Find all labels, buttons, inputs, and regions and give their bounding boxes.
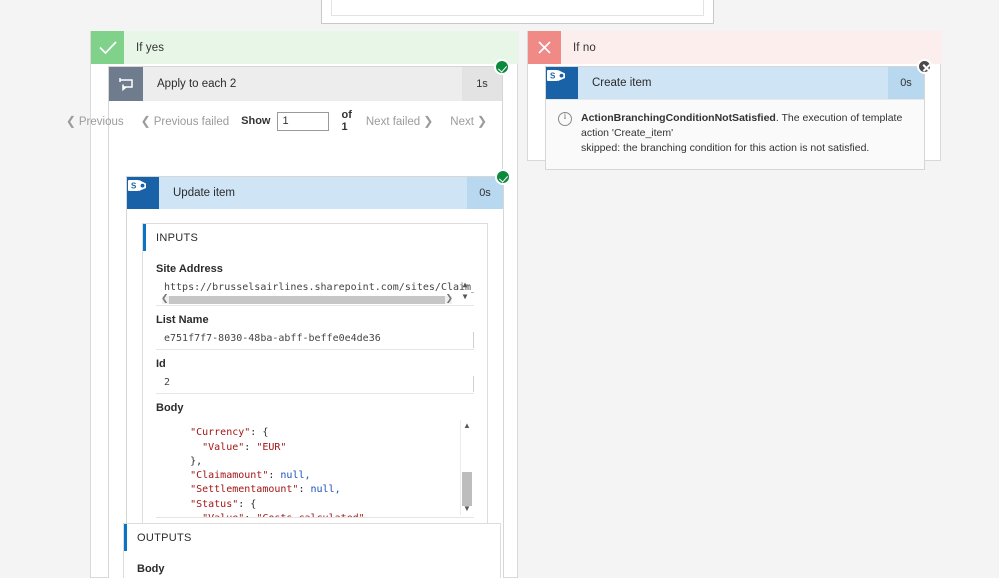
create-item-title: Create item xyxy=(592,77,652,89)
update-item-body: INPUTS Site Address https://brusselsairl… xyxy=(127,209,503,533)
svg-text:S: S xyxy=(550,72,556,81)
scroll-down-arrow[interactable]: ▼ xyxy=(463,293,468,301)
show-label: Show xyxy=(241,115,271,127)
inputs-section: INPUTS Site Address https://brusselsairl… xyxy=(142,223,488,533)
scroll-thumb[interactable] xyxy=(169,296,445,304)
field-edge-mark xyxy=(473,332,474,348)
branch-if-yes-label: If yes xyxy=(136,41,165,54)
outputs-fields: Body tonclaim": "2019-12-18", : { type":… xyxy=(124,551,500,578)
clipped-card-inner xyxy=(331,0,704,16)
site-address-label: Site Address xyxy=(156,263,223,275)
error-text-line2: skipped: the branching condition for thi… xyxy=(581,142,870,154)
page-count-label: of 1 xyxy=(341,109,352,133)
outputs-heading: OUTPUTS xyxy=(124,524,500,551)
list-name-label: List Name xyxy=(156,314,209,326)
create-item-header[interactable]: S Create item 0s xyxy=(546,59,932,99)
close-icon xyxy=(528,31,561,64)
code-vertical-scrollbar[interactable]: ▲ ▼ xyxy=(460,420,472,515)
previous-button[interactable]: ❮ Previous xyxy=(63,114,124,128)
scroll-down-arrow[interactable]: ▼ xyxy=(461,503,473,515)
horizontal-scrollbar[interactable]: ❮ ❯ xyxy=(161,294,453,304)
list-name-text: e751f7f7-8030-48ba-abff-beffe0e4de36 xyxy=(164,333,381,344)
branch-if-no: If no S Create item 0s i ActionBranching… xyxy=(527,31,942,170)
update-item-card: S Update item 0s INPUTS Site Address htt… xyxy=(126,169,511,578)
page-number-input[interactable] xyxy=(277,111,330,131)
apply-to-each-title: Apply to each 2 xyxy=(157,78,237,90)
flow-run-details: If yes Apply to each 2 1s ❮ Previous ❮ Pre… xyxy=(0,0,999,578)
branch-if-no-header[interactable]: If no xyxy=(528,31,942,64)
branch-if-yes-header[interactable]: If yes xyxy=(91,31,519,64)
site-address-text: https://brusselsairlines.sharepoint.com/… xyxy=(164,282,474,293)
vertical-scroll-arrows[interactable]: ▲ ▼ xyxy=(459,281,471,301)
skipped-message-text: ActionBranchingConditionNotSatisfied. Th… xyxy=(581,111,910,156)
skipped-message: ActionBranchingConditionNotSatisfied. Th… xyxy=(546,99,924,169)
scroll-up-arrow[interactable]: ▲ xyxy=(463,281,468,289)
status-badge-skipped xyxy=(917,59,932,74)
apply-to-each-card: Apply to each 2 1s ❮ Previous ❮ Previous f… xyxy=(66,59,511,578)
inputs-body-code[interactable]: " " "Currency": { "Value": "EUR" }, "Cla… xyxy=(156,418,474,518)
id-value[interactable]: 2 xyxy=(156,374,474,394)
inputs-body-label: Body xyxy=(156,402,184,414)
previous-failed-button[interactable]: ❮ Previous failed xyxy=(138,114,230,128)
scroll-right-arrow[interactable]: ❯ xyxy=(445,294,453,304)
check-icon xyxy=(91,31,124,64)
info-icon xyxy=(558,111,572,126)
id-text: 2 xyxy=(164,377,171,388)
outputs-section: OUTPUTS Body tonclaim": "2019-12-18", : … xyxy=(123,523,501,578)
branch-if-yes: If yes Apply to each 2 1s ❮ Previous ❮ Pre… xyxy=(66,31,519,578)
next-failed-button[interactable]: Next failed ❯ xyxy=(366,114,436,128)
create-item-card: S Create item 0s ActionBranchingConditio… xyxy=(545,59,932,170)
sharepoint-icon: S xyxy=(127,177,159,209)
scroll-up-arrow[interactable]: ▲ xyxy=(461,420,473,432)
outputs-body-label: Body xyxy=(137,563,165,575)
scroll-thumb[interactable] xyxy=(462,472,472,506)
site-address-value[interactable]: https://brusselsairlines.sharepoint.com/… xyxy=(156,279,474,306)
branch-if-no-label: If no xyxy=(573,41,596,54)
inputs-body-code-text: " " "Currency": { "Value": "EUR" }, "Cla… xyxy=(166,418,365,517)
next-button[interactable]: Next ❯ xyxy=(450,114,490,128)
update-item-header[interactable]: S Update item 0s xyxy=(127,169,511,209)
error-code: ActionBranchingConditionNotSatisfied xyxy=(581,112,776,124)
pagination-bar: ❮Previous ❮Previous failed Show of 1 Nex… xyxy=(66,101,502,141)
field-edge-mark xyxy=(473,376,474,392)
inputs-fields: Site Address https://brusselsairlines.sh… xyxy=(143,251,487,532)
apply-to-each-header[interactable]: Apply to each 2 1s xyxy=(109,59,510,101)
clipped-card-above xyxy=(321,0,714,24)
inputs-heading: INPUTS xyxy=(143,224,487,251)
sharepoint-icon: S xyxy=(546,67,578,99)
id-label: Id xyxy=(156,358,166,370)
status-badge-success xyxy=(495,169,511,185)
update-item-title: Update item xyxy=(173,187,236,199)
svg-text:S: S xyxy=(131,182,137,191)
scroll-left-arrow[interactable]: ❮ xyxy=(161,294,169,304)
loop-icon xyxy=(109,67,143,101)
outputs-section-wrap: OUTPUTS Body tonclaim": "2019-12-18", : … xyxy=(123,523,501,578)
list-name-value[interactable]: e751f7f7-8030-48ba-abff-beffe0e4de36 xyxy=(156,330,474,350)
status-badge-success xyxy=(494,59,510,75)
